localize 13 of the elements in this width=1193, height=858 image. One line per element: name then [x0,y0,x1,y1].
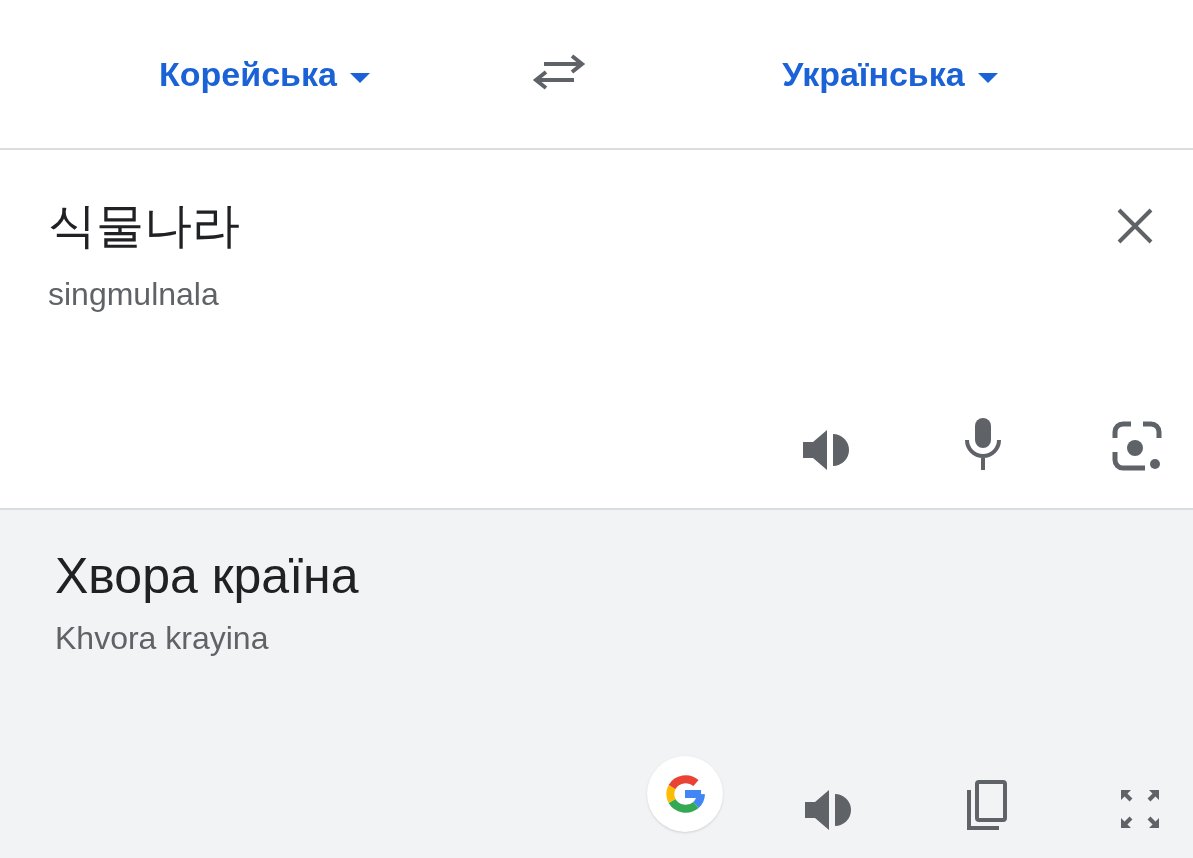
source-language-button[interactable]: Корейська [159,48,371,100]
target-language-button[interactable]: Українська [782,48,999,100]
source-transliteration: singmulnala [48,275,220,314]
close-icon[interactable] [1115,206,1155,246]
microphone-icon[interactable] [963,416,1003,472]
translation-text: Хвора країна [55,547,360,606]
google-logo-icon[interactable] [647,756,723,832]
caret-icon [976,72,999,84]
source-text: 식물나라 [48,198,240,254]
caret-icon [348,72,371,84]
copy-icon[interactable] [965,778,1009,832]
translation-transliteration: Khvora krayina [55,619,270,658]
camera-lens-icon[interactable] [1111,420,1163,472]
